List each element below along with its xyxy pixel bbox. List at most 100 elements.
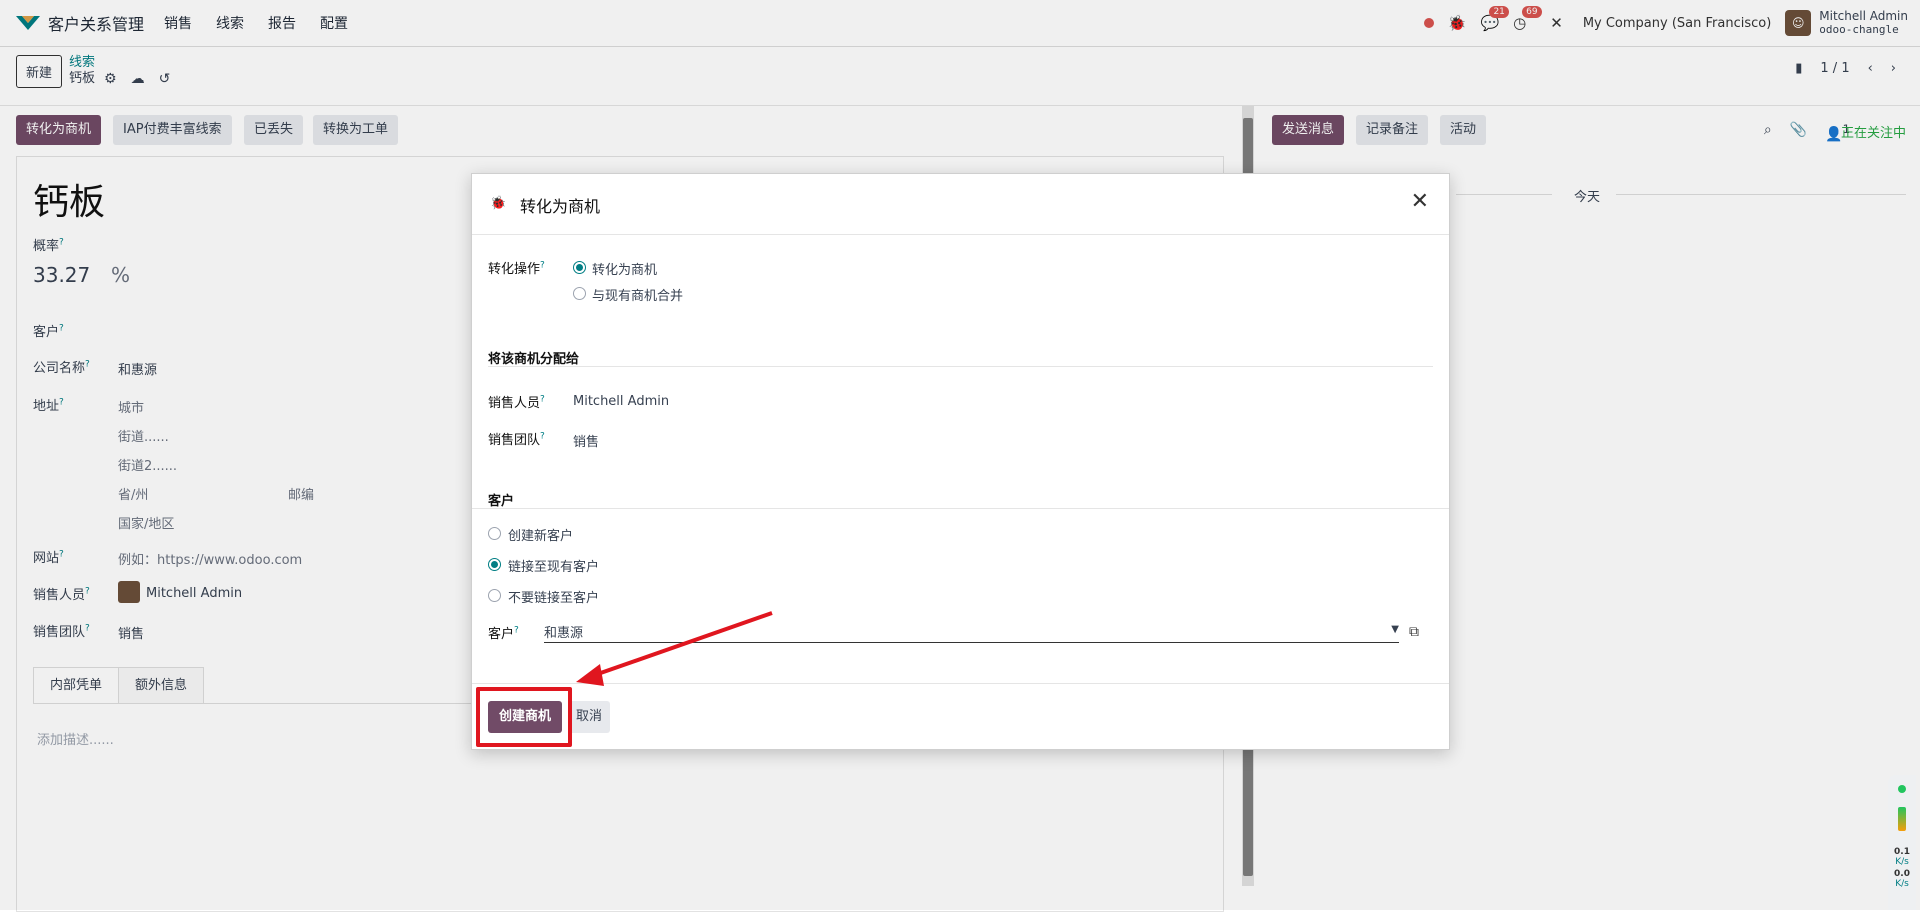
probability-value[interactable]: 33.27: [33, 263, 90, 287]
tools-icon[interactable]: ✕: [1550, 14, 1563, 32]
breadcrumb-current: 钙板: [69, 71, 96, 86]
iap-enrich-button[interactable]: IAP付费丰富线索: [113, 115, 232, 145]
chat-icon[interactable]: 💬 21: [1480, 6, 1509, 32]
dialog-customer-label: 客户?: [488, 625, 519, 642]
dialog-team-label: 销售团队?: [488, 431, 545, 448]
pager-next-icon[interactable]: ›: [1891, 61, 1896, 76]
cloud-save-icon[interactable]: ☁: [131, 71, 145, 87]
today-separator: 今天: [1574, 190, 1601, 205]
dialog-team-value[interactable]: 销售: [573, 431, 599, 450]
menu-configuration[interactable]: 配置: [320, 13, 348, 33]
probability-label: 概率?: [33, 237, 64, 254]
company-name-label: 公司名称?: [33, 359, 90, 376]
gear-icon[interactable]: ⚙: [104, 71, 117, 87]
customer-input[interactable]: 和惠源 ▼: [544, 622, 1399, 643]
city-field[interactable]: 城市: [118, 397, 144, 416]
database-name: odoo-changle: [1819, 23, 1899, 36]
sales-team-value[interactable]: 销售: [118, 623, 144, 642]
crm-logo-icon[interactable]: [14, 13, 42, 33]
customer-divider: [472, 508, 1449, 509]
cancel-button[interactable]: 取消: [568, 701, 611, 733]
app-name[interactable]: 客户关系管理: [48, 11, 144, 35]
radio-merge-label[interactable]: 与现有商机合并: [592, 285, 683, 304]
radio-link-customer-label[interactable]: 链接至现有客户: [508, 556, 599, 575]
following-status[interactable]: 正在关注中: [1841, 122, 1906, 141]
status-dot-icon: [1898, 785, 1906, 793]
radio-no-link[interactable]: [488, 589, 501, 602]
dialog-salesperson-label: 销售人员?: [488, 394, 545, 411]
dialog-salesperson-value[interactable]: Mitchell Admin: [573, 394, 669, 409]
chat-badge: 21: [1489, 6, 1509, 18]
radio-convert-label[interactable]: 转化为商机: [592, 259, 657, 278]
radio-link-customer[interactable]: [488, 558, 501, 571]
log-note-button[interactable]: 记录备注: [1356, 115, 1429, 145]
new-button[interactable]: 新建: [16, 55, 63, 88]
pager: ▮ 1 / 1 ‹ ›: [1795, 61, 1896, 76]
mark-lost-button[interactable]: 已丢失: [244, 115, 304, 145]
customer-label: 客户?: [33, 323, 64, 340]
upload-speed: 0.1: [1894, 847, 1910, 857]
company-switcher[interactable]: My Company (San Francisco): [1583, 16, 1771, 31]
street-field[interactable]: 街道......: [118, 426, 169, 445]
network-speed-widget[interactable]: 0.1 K/s 0.0 K/s: [1888, 775, 1916, 910]
probability-percent: %: [111, 263, 131, 287]
debug-bug-icon[interactable]: 🐞: [1448, 14, 1467, 32]
discard-undo-icon[interactable]: ↺: [159, 71, 171, 87]
radio-convert[interactable]: [573, 261, 586, 274]
convert-to-opportunity-button[interactable]: 转化为商机: [16, 115, 102, 145]
dialog-footer: 创建商机 取消: [472, 683, 1449, 750]
pager-prev-icon[interactable]: ‹: [1868, 61, 1873, 76]
bookmark-icon[interactable]: ▮: [1795, 61, 1802, 76]
salesperson-label: 销售人员?: [33, 586, 90, 603]
paperclip-icon[interactable]: 📎: [1790, 122, 1807, 143]
search-icon[interactable]: ⌕: [1764, 122, 1772, 143]
company-name-value[interactable]: 和惠源: [118, 359, 157, 378]
pager-value[interactable]: 1 / 1: [1820, 61, 1849, 76]
radio-no-link-label[interactable]: 不要链接至客户: [508, 587, 599, 606]
tab-internal-notes[interactable]: 内部凭单: [33, 667, 120, 703]
navbar-systray: 🐞 💬 21 ◷ 69 ✕ My Company (San Francisco) ☺…: [1410, 0, 1908, 46]
send-message-button[interactable]: 发送消息: [1272, 115, 1345, 145]
activity-clock-icon[interactable]: ◷ 69: [1513, 6, 1542, 32]
state-field[interactable]: 省/州: [118, 484, 148, 503]
user-avatar[interactable]: ☺: [1785, 10, 1812, 36]
description-editor[interactable]: 添加描述......: [37, 729, 114, 748]
radio-create-customer-label[interactable]: 创建新客户: [508, 525, 573, 544]
convert-to-ticket-button[interactable]: 转换为工单: [313, 115, 399, 145]
record-indicator-icon[interactable]: [1423, 14, 1434, 32]
assign-section-title: 将该商机分配给: [488, 352, 580, 367]
lead-title[interactable]: 钙板: [33, 173, 105, 225]
menu-sales[interactable]: 销售: [164, 13, 192, 33]
activity-button[interactable]: 活动: [1440, 115, 1487, 145]
external-link-icon[interactable]: ⧉: [1409, 624, 1419, 640]
salesperson-value[interactable]: Mitchell Admin: [146, 586, 242, 601]
download-speed: 0.0: [1894, 869, 1910, 879]
sales-team-label: 销售团队?: [33, 623, 90, 640]
website-label: 网站?: [33, 549, 64, 566]
assign-divider: [488, 366, 1433, 367]
close-icon[interactable]: ✕: [1411, 189, 1429, 214]
convert-opportunity-dialog: 🐞 转化为商机 ✕ 转化操作? 转化为商机 与现有商机合并 将该商机分配给 销售…: [471, 173, 1450, 750]
menu-reports[interactable]: 报告: [268, 13, 296, 33]
today-divider-left: [1456, 194, 1552, 195]
radio-merge[interactable]: [573, 287, 586, 300]
user-menu[interactable]: Mitchell Admin odoo-changle: [1819, 9, 1908, 37]
activity-badge: 69: [1522, 6, 1542, 18]
radio-create-customer[interactable]: [488, 527, 501, 540]
address-label: 地址?: [33, 397, 64, 414]
level-bar: [1898, 807, 1906, 831]
chevron-down-icon[interactable]: ▼: [1391, 624, 1399, 635]
menu-leads[interactable]: 线索: [216, 13, 244, 33]
website-field[interactable]: 例如：https://www.odoo.com: [118, 549, 302, 568]
breadcrumb-parent[interactable]: 线索: [69, 55, 95, 71]
salesperson-avatar: [118, 581, 140, 603]
customer-input-value: 和惠源: [544, 626, 584, 641]
street2-field[interactable]: 街道2......: [118, 455, 177, 474]
zip-field[interactable]: 邮编: [288, 484, 314, 503]
main-menu: 销售 线索 报告 配置: [164, 13, 372, 33]
download-unit: K/s: [1895, 879, 1909, 889]
conversion-action-label: 转化操作?: [488, 260, 545, 277]
country-field[interactable]: 国家/地区: [118, 513, 174, 532]
record-actions: ⚙ ☁ ↺: [104, 71, 170, 87]
tab-extra-info[interactable]: 额外信息: [118, 667, 205, 703]
